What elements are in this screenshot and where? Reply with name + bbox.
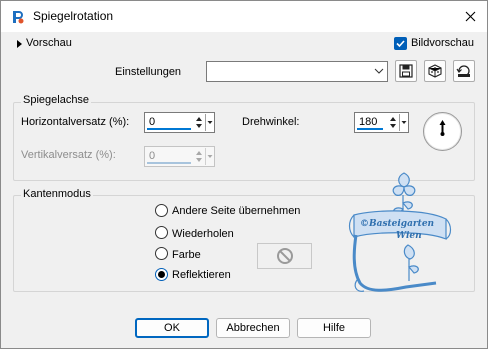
ok-button[interactable]: OK [135, 318, 209, 338]
preview-toggle-label[interactable]: Vorschau [26, 37, 72, 49]
checkbox-check-icon [396, 40, 405, 48]
vertical-offset-input: 0 [144, 146, 215, 167]
dialog-window: Spiegelrotation Vorschau Bildvorschau Ei… [0, 0, 488, 349]
close-button[interactable] [457, 4, 483, 29]
watermark-line-1: ©Basteigarten [360, 219, 435, 229]
radio-repeat-label[interactable]: Wiederholen [172, 228, 234, 240]
rotation-dial[interactable] [423, 112, 462, 151]
randomize-button[interactable] [424, 60, 446, 82]
help-button-label: Hilfe [322, 322, 345, 334]
rotation-spin-icon[interactable] [388, 114, 398, 131]
save-icon [399, 64, 413, 78]
radio-color[interactable] [155, 247, 168, 260]
color-swatch[interactable] [257, 243, 312, 269]
radio-reflect-label[interactable]: Reflektieren [172, 269, 231, 281]
radio-other-side-label[interactable]: Andere Seite übernehmen [172, 205, 300, 217]
radio-other-side[interactable] [155, 204, 168, 217]
rotation-slider[interactable] [357, 128, 383, 130]
vertical-offset-slider [147, 162, 191, 164]
cancel-button-label: Abbrechen [226, 322, 280, 334]
rotation-label: Drehwinkel: [242, 116, 300, 128]
horizontal-offset-label: Horizontalversatz (%): [21, 116, 130, 128]
chevron-down-icon[interactable] [374, 66, 384, 79]
horizontal-offset-dropdown-icon[interactable] [205, 114, 213, 131]
randomize-icon [428, 64, 442, 78]
reset-button[interactable] [453, 60, 475, 82]
vertical-offset-dropdown-icon [205, 148, 213, 165]
radio-repeat[interactable] [155, 226, 168, 239]
edge-mode-group-title: Kantenmodus [21, 188, 93, 200]
horizontal-offset-spin-icon[interactable] [194, 114, 204, 131]
cancel-button[interactable]: Abbrechen [216, 318, 290, 338]
rotation-value: 180 [359, 116, 378, 128]
radio-color-label[interactable]: Farbe [172, 249, 201, 261]
vertical-offset-label: Vertikalversatz (%): [21, 149, 116, 161]
window-title: Spiegelrotation [33, 9, 114, 23]
watermark-logo: ©Basteigarten Wien [346, 169, 456, 299]
help-button[interactable]: Hilfe [297, 318, 371, 338]
vertical-offset-value: 0 [149, 150, 156, 162]
no-color-icon [276, 248, 293, 264]
radio-reflect[interactable] [155, 268, 168, 281]
watermark-line-2: Wien [396, 231, 422, 241]
mirror-axis-group-title: Spiegelachse [21, 94, 92, 106]
image-preview-label[interactable]: Bildvorschau [411, 37, 474, 49]
expand-arrow-icon[interactable] [17, 40, 22, 48]
rotation-dropdown-icon[interactable] [399, 114, 407, 131]
image-preview-checkbox[interactable] [394, 37, 407, 50]
horizontal-offset-slider[interactable] [147, 128, 191, 130]
title-bar: Spiegelrotation [1, 1, 487, 32]
settings-label: Einstellungen [115, 66, 182, 78]
close-icon [465, 11, 475, 22]
rotation-input[interactable]: 180 [354, 112, 409, 133]
vertical-offset-spin-icon [194, 148, 204, 165]
rotation-dial-icon [439, 120, 446, 136]
horizontal-offset-value: 0 [149, 116, 156, 128]
app-icon [10, 9, 26, 25]
reset-icon [456, 65, 470, 77]
settings-combo[interactable] [206, 61, 388, 82]
save-settings-button[interactable] [395, 60, 417, 82]
ok-button-label: OK [164, 322, 180, 334]
horizontal-offset-input[interactable]: 0 [144, 112, 215, 133]
